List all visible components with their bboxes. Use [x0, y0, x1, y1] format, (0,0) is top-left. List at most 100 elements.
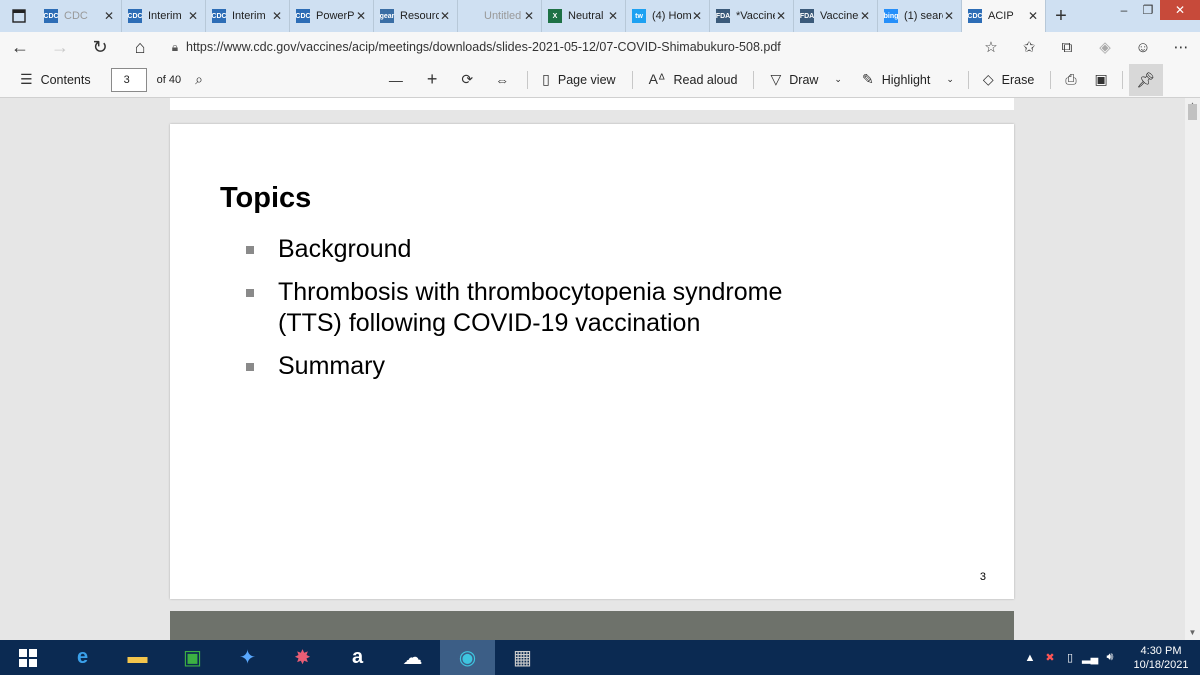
- clock[interactable]: 4:30 PM 10/18/2021: [1122, 644, 1200, 672]
- favorite-star-icon[interactable]: ☆: [972, 38, 1010, 56]
- forward-button[interactable]: →: [40, 32, 80, 62]
- tab-favicon-icon: CDC: [967, 9, 983, 23]
- url-field[interactable]: 🔒︎ https://www.cdc.gov/vaccines/acip/mee…: [164, 34, 968, 60]
- vertical-scrollbar[interactable]: ▲ ▼: [1185, 98, 1200, 640]
- internet-explorer-icon[interactable]: e: [55, 640, 110, 675]
- bullet-text: Background: [278, 235, 412, 263]
- close-tab-icon[interactable]: ✕: [943, 9, 955, 23]
- close-tab-icon[interactable]: ✕: [859, 9, 871, 23]
- zoom-out-button[interactable]: —: [389, 62, 403, 98]
- tab-label: Interim: [148, 10, 182, 22]
- close-tab-icon[interactable]: ✕: [523, 9, 535, 23]
- contents-label: Contents: [40, 72, 91, 87]
- new-tab-button[interactable]: +: [1046, 5, 1076, 28]
- show-hidden-icons-icon[interactable]: ▲: [1022, 652, 1038, 664]
- browser-tab[interactable]: bing (1) search✕: [878, 0, 962, 32]
- list-item: Thrombosis with thrombocytopenia syndrom…: [246, 277, 866, 339]
- page-view-button[interactable]: ▯ Page view: [542, 62, 615, 98]
- browser-tab[interactable]: Untitled ✕: [458, 0, 542, 32]
- close-tab-icon[interactable]: ✕: [103, 9, 115, 23]
- browser-tab[interactable]: gear Resources✕: [374, 0, 458, 32]
- address-bar: ← → ↻ ⌂ 🔒︎ https://www.cdc.gov/vaccines/…: [0, 32, 1200, 62]
- tab-favicon-icon: gear: [380, 9, 394, 23]
- close-tab-icon[interactable]: ✕: [775, 9, 787, 23]
- fit-page-button[interactable]: ⇔: [495, 62, 509, 98]
- close-tab-icon[interactable]: ✕: [1027, 9, 1039, 23]
- draw-label: Draw: [789, 72, 819, 87]
- start-button[interactable]: [0, 640, 55, 675]
- draw-button[interactable]: ▽ Draw ⌄: [770, 62, 842, 98]
- device-icon[interactable]: ▯: [1062, 651, 1078, 664]
- browser-tab[interactable]: tw (4) Home✕: [626, 0, 710, 32]
- contents-button[interactable]: ☰ Contents: [20, 62, 91, 98]
- collections-icon[interactable]: ⧉: [1048, 39, 1086, 56]
- browser-tab[interactable]: CDC ACIP ✕: [962, 0, 1046, 32]
- browser-tab[interactable]: CDC Interim ✕: [122, 0, 206, 32]
- tab-favicon-icon: CDC: [295, 9, 311, 23]
- close-tab-icon[interactable]: ✕: [607, 9, 619, 23]
- profile-avatar[interactable]: ☺: [1124, 39, 1162, 56]
- pdf-viewport[interactable]: Topics Background Thrombosis with thromb…: [0, 98, 1185, 640]
- zoom-in-button[interactable]: +: [427, 62, 438, 98]
- chevron-down-icon[interactable]: ⌄: [834, 74, 842, 85]
- close-tab-icon[interactable]: ✕: [439, 9, 451, 23]
- onedrive-icon[interactable]: ☁: [385, 640, 440, 675]
- browser-tab[interactable]: CDC Interim ✕: [206, 0, 290, 32]
- tab-label: Vaccines: [820, 10, 859, 22]
- close-tab-icon[interactable]: ✕: [355, 9, 367, 23]
- paint-app-icon[interactable]: ✸: [275, 640, 330, 675]
- save-button[interactable]: ▣: [1095, 62, 1108, 98]
- clock-date: 10/18/2021: [1133, 658, 1189, 671]
- browser-tab[interactable]: FDA Vaccines✕: [794, 0, 878, 32]
- read-aloud-icon: Aᐞ: [648, 71, 666, 87]
- rotate-button[interactable]: ⟳: [461, 62, 473, 98]
- highlight-button[interactable]: ✎ Highlight ⌄: [862, 62, 954, 98]
- network-error-icon[interactable]: ✖: [1042, 651, 1058, 664]
- read-aloud-label: Read aloud: [673, 72, 738, 87]
- read-aloud-button[interactable]: Aᐞ Read aloud: [649, 62, 738, 98]
- back-button[interactable]: ←: [0, 32, 40, 62]
- tab-favicon-icon: CDC: [127, 9, 143, 23]
- restore-button[interactable]: ❐: [1136, 0, 1160, 20]
- store-icon[interactable]: ▣: [165, 640, 220, 675]
- browser-tab[interactable]: X Neutral ✕: [542, 0, 626, 32]
- calculator-icon[interactable]: ▦: [495, 640, 550, 675]
- tab-label: Neutral: [568, 10, 604, 22]
- browser-tab[interactable]: FDA *Vaccine ✕: [710, 0, 794, 32]
- close-tab-icon[interactable]: ✕: [271, 9, 283, 23]
- browser-tab[interactable]: CDC PowerPoint✕: [290, 0, 374, 32]
- close-tab-icon[interactable]: ✕: [691, 9, 703, 23]
- plus-icon: +: [426, 69, 438, 89]
- search-button[interactable]: ⌕: [195, 62, 203, 98]
- pin-toolbar-button[interactable]: 📌︎: [1128, 63, 1163, 96]
- scroll-down-arrow-icon[interactable]: ▼: [1185, 626, 1200, 640]
- minimize-button[interactable]: –: [1112, 0, 1136, 20]
- signal-icon[interactable]: ▂▄: [1082, 651, 1098, 664]
- home-button[interactable]: ⌂: [120, 32, 160, 62]
- erase-button[interactable]: ◇ Erase: [983, 62, 1034, 98]
- volume-icon[interactable]: 🔊︎: [1102, 651, 1118, 664]
- refresh-button[interactable]: ↻: [80, 32, 120, 62]
- pin-icon: 📌︎: [1136, 71, 1156, 89]
- favorites-icon[interactable]: ✩: [1010, 38, 1048, 56]
- search-icon: ⌕: [195, 71, 203, 87]
- file-explorer-icon[interactable]: ▬: [110, 640, 165, 675]
- page-number-input[interactable]: 3: [110, 67, 147, 92]
- divider: [527, 70, 529, 89]
- print-button[interactable]: ⎙: [1065, 62, 1076, 98]
- chevron-down-icon[interactable]: ⌄: [946, 74, 954, 85]
- tab-favicon-icon: tw: [632, 9, 646, 23]
- tab-actions-button[interactable]: [0, 0, 38, 32]
- edge-browser-icon[interactable]: ◉: [440, 640, 495, 675]
- extension-icon[interactable]: ◈: [1086, 38, 1124, 56]
- scrollbar-thumb[interactable]: [1188, 104, 1197, 120]
- amazon-icon[interactable]: a: [330, 640, 385, 675]
- close-window-button[interactable]: ✕: [1160, 0, 1200, 20]
- browser-tab[interactable]: CDC CDC ✕: [38, 0, 122, 32]
- settings-more-icon[interactable]: ⋯: [1162, 38, 1200, 56]
- minus-icon: —: [388, 71, 403, 88]
- list-icon: ☰: [20, 71, 33, 87]
- dropbox-icon[interactable]: ✦: [220, 640, 275, 675]
- close-tab-icon[interactable]: ✕: [187, 9, 199, 23]
- list-item: Background: [246, 234, 866, 265]
